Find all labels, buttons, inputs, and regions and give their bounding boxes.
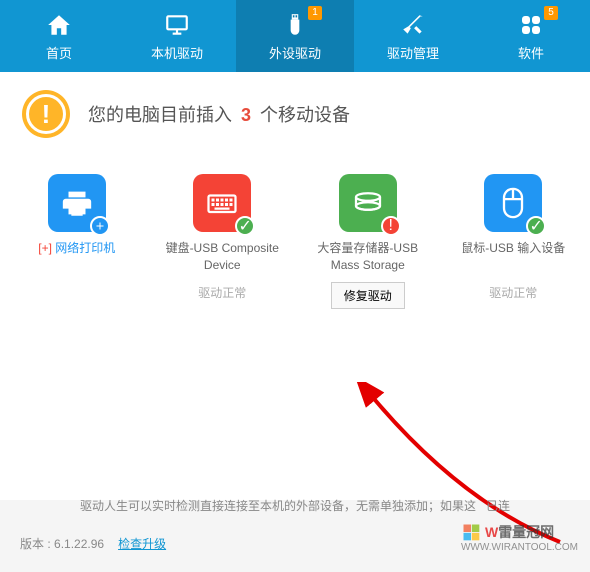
nav-label: 外设驱动 — [269, 43, 321, 62]
nav-peripheral[interactable]: 1 外设驱动 — [236, 0, 354, 72]
tools-icon — [399, 11, 427, 39]
check-icon: ✓ — [235, 216, 255, 236]
device-list: [+] 网络打印机 ✓ 键盘-USB Composite Device 驱动正常… — [0, 156, 590, 309]
bottom-bar: 版本 : 6.1.22.96 检查升级 — [20, 535, 166, 552]
error-icon: ! — [381, 216, 401, 236]
badge-count: 5 — [544, 6, 558, 20]
nav-management[interactable]: 驱动管理 — [354, 0, 472, 72]
nav-label: 首页 — [46, 43, 72, 62]
device-mouse[interactable]: ✓ 鼠标-USB 输入设备 驱动正常 — [449, 174, 579, 309]
content-area: ! 您的电脑目前插入 3 个移动设备 [+] 网络打印机 ✓ 键盘-USB Co… — [0, 72, 590, 500]
check-update-link[interactable]: 检查升级 — [118, 535, 166, 552]
device-status: 驱动正常 — [198, 284, 246, 301]
mouse-icon: ✓ — [484, 174, 542, 232]
device-add-printer[interactable]: [+] 网络打印机 — [12, 174, 142, 309]
apps-icon — [517, 11, 545, 39]
nav-localdriver[interactable]: 本机驱动 — [118, 0, 236, 72]
alert-prefix: 您的电脑目前插入 — [88, 105, 237, 125]
device-name: 大容量存储器-USB Mass Storage — [303, 240, 433, 274]
home-icon — [45, 11, 73, 39]
nav-software[interactable]: 5 软件 — [472, 0, 590, 72]
alert-suffix: 个移动设备 — [255, 105, 350, 125]
usb-icon — [281, 11, 309, 39]
monitor-icon — [163, 11, 191, 39]
check-icon: ✓ — [526, 216, 546, 236]
badge-count: 1 — [308, 6, 322, 20]
storage-icon: ! — [339, 174, 397, 232]
nav-home[interactable]: 首页 — [0, 0, 118, 72]
plus-icon — [90, 216, 110, 236]
alert-count: 3 — [241, 105, 251, 125]
repair-button[interactable]: 修复驱动 — [331, 282, 405, 309]
alert-text: 您的电脑目前插入 3 个移动设备 — [88, 101, 350, 127]
warning-icon: ! — [22, 90, 70, 138]
nav-label: 驱动管理 — [387, 43, 439, 62]
keyboard-icon: ✓ — [193, 174, 251, 232]
device-name: 键盘-USB Composite Device — [158, 240, 288, 274]
top-navbar: 首页 本机驱动 1 外设驱动 驱动管理 5 软件 — [0, 0, 590, 72]
footer-tip: 驱动人生可以实时检测直接连接至本机的外部设备，无需单独添加；如果这已连 — [0, 497, 590, 514]
device-status: 驱动正常 — [489, 284, 537, 301]
version-text: 版本 : 6.1.22.96 — [20, 535, 104, 552]
device-name: 鼠标-USB 输入设备 — [461, 240, 565, 274]
nav-label: 本机驱动 — [151, 43, 203, 62]
device-name: [+] 网络打印机 — [38, 240, 115, 274]
nav-label: 软件 — [518, 43, 544, 62]
device-keyboard[interactable]: ✓ 键盘-USB Composite Device 驱动正常 — [158, 174, 288, 309]
alert-banner: ! 您的电脑目前插入 3 个移动设备 — [0, 72, 590, 156]
printer-icon — [48, 174, 106, 232]
device-storage[interactable]: ! 大容量存储器-USB Mass Storage 修复驱动 — [303, 174, 433, 309]
watermark: W雷量冠网 WWW.WIRANTOOL.COM — [461, 522, 578, 554]
